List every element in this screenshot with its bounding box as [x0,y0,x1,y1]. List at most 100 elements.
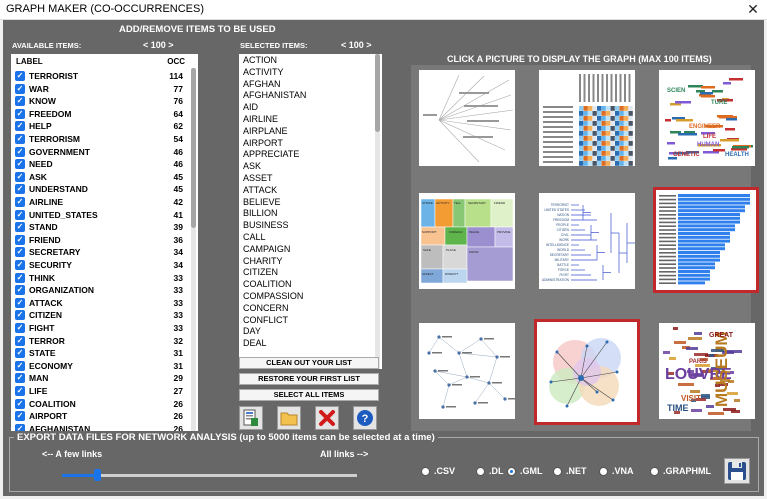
item-checkbox[interactable]: ✓ [15,272,25,283]
available-item-row[interactable]: ✓ STATE 31 [11,347,189,360]
available-item-row[interactable]: ✓ AIRPORT 26 [11,410,189,423]
available-item-row[interactable]: ✓ FREEDOM 64 [11,108,189,121]
selected-item-row[interactable]: AIRPORT [243,138,283,150]
selected-item-row[interactable]: COALITION [243,279,292,291]
item-checkbox[interactable]: ✓ [15,171,25,182]
available-item-row[interactable]: ✓ ORGANIZATION 33 [11,284,189,297]
thumb-radial-graph[interactable] [419,70,515,166]
item-checkbox[interactable]: ✓ [15,197,25,207]
available-item-row[interactable]: ✓ TERRORIST 114 [11,70,189,83]
radio-button[interactable] [507,467,516,476]
available-page-nav[interactable]: < 100 > [143,40,174,50]
close-icon[interactable]: ✕ [745,1,761,17]
radio-button[interactable] [421,467,430,476]
available-item-row[interactable]: ✓ STAND 39 [11,221,189,234]
available-item-row[interactable]: ✓ SECURITY 34 [11,259,189,272]
links-slider[interactable] [62,468,357,482]
item-checkbox[interactable]: ✓ [15,360,25,371]
selected-item-row[interactable]: BUSINESS [243,220,289,232]
item-checkbox[interactable]: ✓ [15,108,25,119]
available-item-row[interactable]: ✓ LIFE 27 [11,385,189,398]
item-checkbox[interactable]: ✓ [15,310,25,321]
thumb-bar-chart[interactable] [653,187,759,293]
available-scrollbar[interactable] [191,68,196,431]
selected-scroll-thumb[interactable] [375,54,380,132]
available-item-row[interactable]: ✓ AIRLINE 42 [11,196,189,209]
available-item-row[interactable]: ✓ UNDERSTAND 45 [11,183,189,196]
thumb-network-graph[interactable] [419,323,515,419]
save-button[interactable] [724,458,750,484]
available-item-row[interactable]: ✓ FRIEND 36 [11,234,189,247]
selected-item-row[interactable]: APPRECIATE [243,149,299,161]
item-checkbox[interactable]: ✓ [15,83,25,94]
available-item-row[interactable]: ✓ MAN 29 [11,372,189,385]
item-checkbox[interactable]: ✓ [15,209,25,220]
export-list-button[interactable] [239,406,263,430]
help-button[interactable]: ? [353,406,377,430]
available-item-row[interactable]: ✓ GOVERNMENT 46 [11,146,189,159]
available-item-row[interactable]: ✓ ECONOMY 31 [11,360,189,373]
item-checkbox[interactable]: ✓ [15,335,25,346]
thumb-word-cloud[interactable]: ENGINEER HUMAN GENETIC TURE LIFE HEALTH SCIEN [659,70,755,166]
selected-item-row[interactable]: DEAL [243,338,267,350]
selected-item-row[interactable]: CALL [243,232,266,244]
thumb-word-collage[interactable]: LOUVRE MUSEUM VISIT TIME GREAT PARIS [659,323,755,419]
selected-item-row[interactable]: CONCERN [243,303,289,315]
available-item-row[interactable]: ✓ THINK 33 [11,272,189,285]
selected-item-row[interactable]: CHARITY [243,256,283,268]
item-checkbox[interactable]: ✓ [15,323,25,333]
thumb-dendrogram[interactable]: TERRORIST UNITED STATES NATION FREEDOM PEOPL… [539,193,635,289]
selected-item-row[interactable]: COMPASSION [243,291,303,303]
available-item-row[interactable]: ✓ UNITED_STATES 41 [11,209,189,222]
available-item-row[interactable]: ✓ KNOW 76 [11,95,189,108]
selected-item-row[interactable]: AIRLINE [243,114,278,126]
item-checkbox[interactable]: ✓ [15,411,25,422]
available-item-row[interactable]: ✓ SECRETARY 34 [11,246,189,259]
item-checkbox[interactable]: ✓ [15,96,25,107]
radio-button[interactable] [650,467,659,476]
item-checkbox[interactable]: ✓ [15,386,25,396]
restore-list-button[interactable]: RESTORE YOUR FIRST LIST [239,373,379,385]
item-checkbox[interactable]: ✓ [15,184,25,195]
item-checkbox[interactable]: ✓ [15,348,25,359]
item-checkbox[interactable]: ✓ [15,285,25,296]
radio-button[interactable] [599,467,608,476]
selected-item-row[interactable]: AID [243,102,258,114]
selected-item-row[interactable]: CITIZEN [243,267,278,279]
select-all-button[interactable]: SELECT ALL ITEMS [239,389,379,401]
selected-item-row[interactable]: BELIEVE [243,197,281,209]
selected-item-row[interactable]: CAMPAIGN [243,244,290,256]
item-checkbox[interactable]: ✓ [15,159,25,170]
item-checkbox[interactable]: ✓ [15,146,25,157]
selected-item-row[interactable]: AFGHAN [243,79,281,91]
available-item-row[interactable]: ✓ ATTACK 33 [11,297,189,310]
item-checkbox[interactable]: ✓ [15,398,25,409]
item-checkbox[interactable]: ✓ [15,373,25,384]
radio-button[interactable] [476,467,485,476]
selected-scrollbar[interactable] [375,54,380,369]
item-checkbox[interactable]: ✓ [15,134,25,144]
available-item-row[interactable]: ✓ CITIZEN 33 [11,309,189,322]
selected-item-row[interactable]: AIRPLANE [243,126,288,138]
item-checkbox[interactable]: ✓ [15,71,25,81]
open-folder-button[interactable] [277,406,301,430]
selected-page-nav[interactable]: < 100 > [341,40,372,50]
available-item-row[interactable]: ✓ WAR 77 [11,83,189,96]
selected-item-row[interactable]: CONFLICT [243,315,288,327]
item-checkbox[interactable]: ✓ [15,121,25,132]
available-item-row[interactable]: ✓ HELP 62 [11,120,189,133]
available-item-row[interactable]: ✓ NEED 46 [11,158,189,171]
thumb-cluster-graph[interactable] [534,319,640,425]
available-item-row[interactable]: ✓ TERROR 32 [11,335,189,348]
selected-item-row[interactable]: ASSET [243,173,273,185]
delete-button[interactable] [315,406,339,430]
available-item-row[interactable]: ✓ AFGHANISTAN 26 [11,423,189,431]
selected-item-row[interactable]: BILLION [243,208,278,220]
item-checkbox[interactable]: ✓ [15,423,25,431]
available-scroll-thumb[interactable] [191,68,196,228]
item-checkbox[interactable]: ✓ [15,222,25,233]
selected-item-row[interactable]: AFGHANISTAN [243,90,306,102]
item-checkbox[interactable]: ✓ [15,260,25,270]
selected-item-row[interactable]: ACTION [243,55,277,67]
available-item-row[interactable]: ✓ COALITION 26 [11,398,189,411]
